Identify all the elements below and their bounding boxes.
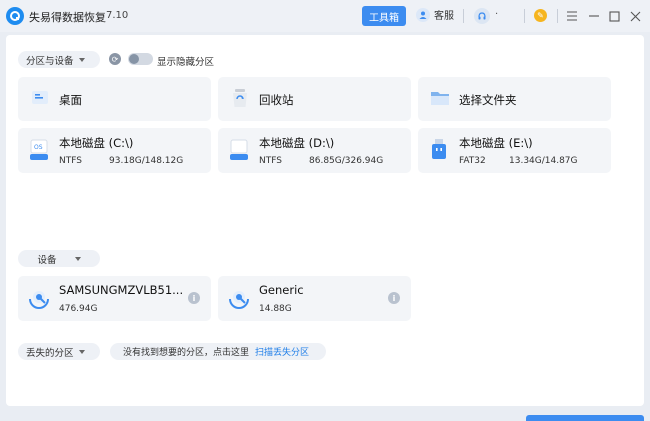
show-hidden-label: 显示隐藏分区 <box>157 57 215 68</box>
devices-dropdown-label: 设备 <box>37 254 57 266</box>
app-logo-icon <box>6 7 24 25</box>
chevron-down-icon <box>78 57 85 62</box>
disk-card-c[interactable]: OS 本地磁盘 (C:\) NTFS 93.18G/148.12G <box>18 128 211 173</box>
device-card-generic[interactable]: Generic 14.88G i <box>218 276 411 321</box>
location-label: 桌面 <box>59 93 82 107</box>
coin-icon[interactable]: ✎ <box>534 9 547 22</box>
title-bar: 失易得数据恢复 7.10 工具箱 客服 · ✎ <box>0 0 650 32</box>
menu-icon[interactable] <box>564 8 580 24</box>
disk-fs: FAT32 <box>459 156 486 166</box>
bottom-action-button[interactable] <box>526 415 644 421</box>
user-name: · <box>495 9 499 20</box>
location-card-desktop[interactable]: 桌面 <box>18 77 211 121</box>
lost-partition-hint: 没有找到想要的分区，点击这里 扫描丢失分区 <box>110 343 326 360</box>
device-card-samsung[interactable]: SAMSUNGMZVLB51... 476.94G i <box>18 276 211 321</box>
toolbox-button[interactable]: 工具箱 <box>362 6 406 26</box>
devices-dropdown[interactable]: 设备 <box>18 250 100 267</box>
disk-label: 本地磁盘 (E:\) <box>459 136 533 150</box>
disk-card-e[interactable]: 本地磁盘 (E:\) FAT32 13.34G/14.87G <box>418 128 611 173</box>
device-label: SAMSUNGMZVLB51... <box>59 283 184 297</box>
disk-card-d[interactable]: 本地磁盘 (D:\) NTFS 86.85G/326.94G <box>218 128 411 173</box>
drive-icon <box>28 287 50 313</box>
chevron-down-icon <box>78 349 85 354</box>
disk-usage: 86.85G/326.94G <box>309 156 384 166</box>
desktop-icon <box>31 89 49 111</box>
divider <box>557 9 558 23</box>
location-label: 选择文件夹 <box>459 93 517 107</box>
refresh-icon[interactable]: ⟳ <box>109 53 121 65</box>
app-title: 失易得数据恢复 <box>29 11 106 24</box>
show-hidden-toggle[interactable] <box>128 53 153 65</box>
info-icon[interactable]: i <box>388 292 400 304</box>
location-label: 回收站 <box>259 93 294 107</box>
os-disk-icon: OS <box>29 139 49 165</box>
device-label: Generic <box>259 283 304 297</box>
location-card-choose-folder[interactable]: 选择文件夹 <box>418 77 611 121</box>
disk-fs: NTFS <box>259 156 282 166</box>
disk-label: 本地磁盘 (C:\) <box>59 136 134 150</box>
info-icon[interactable]: i <box>188 292 200 304</box>
svg-text:OS: OS <box>34 144 43 151</box>
drive-icon <box>228 287 250 313</box>
main-panel: 分区与设备 ⟳ 显示隐藏分区 桌面 回收站 选择文件夹 OS 本地磁盘 (C:\… <box>6 35 644 406</box>
device-size: 14.88G <box>259 304 292 314</box>
toggle-knob <box>129 54 139 64</box>
customer-service-label: 客服 <box>434 11 454 22</box>
recycle-bin-icon <box>231 88 249 112</box>
disk-label: 本地磁盘 (D:\) <box>259 136 335 150</box>
partitions-dropdown-label: 分区与设备 <box>26 55 74 67</box>
divider <box>524 9 525 23</box>
folder-icon <box>430 89 450 111</box>
minimize-icon[interactable] <box>586 8 602 24</box>
device-size: 476.94G <box>59 304 98 314</box>
disk-fs: NTFS <box>59 156 82 166</box>
maximize-icon[interactable] <box>606 8 622 24</box>
close-icon[interactable] <box>627 8 643 24</box>
customer-service-button[interactable]: 客服 <box>416 7 454 22</box>
lost-partitions-dropdown[interactable]: 丢失的分区 <box>18 343 100 360</box>
lost-partition-message: 没有找到想要的分区，点击这里 <box>123 348 250 358</box>
chevron-down-icon <box>74 256 81 261</box>
disk-icon <box>229 139 249 165</box>
disk-usage: 13.34G/14.87G <box>509 156 578 166</box>
app-version: 7.10 <box>106 10 129 21</box>
customer-service-icon <box>416 7 430 22</box>
location-card-recycle-bin[interactable]: 回收站 <box>218 77 411 121</box>
usb-disk-icon <box>430 138 448 164</box>
scan-lost-partition-link[interactable]: 扫描丢失分区 <box>255 345 309 358</box>
disk-usage: 93.18G/148.12G <box>109 156 184 166</box>
divider <box>463 9 464 23</box>
user-avatar-icon[interactable] <box>474 8 490 24</box>
lost-partitions-label: 丢失的分区 <box>26 347 74 359</box>
partitions-dropdown[interactable]: 分区与设备 <box>18 51 100 68</box>
